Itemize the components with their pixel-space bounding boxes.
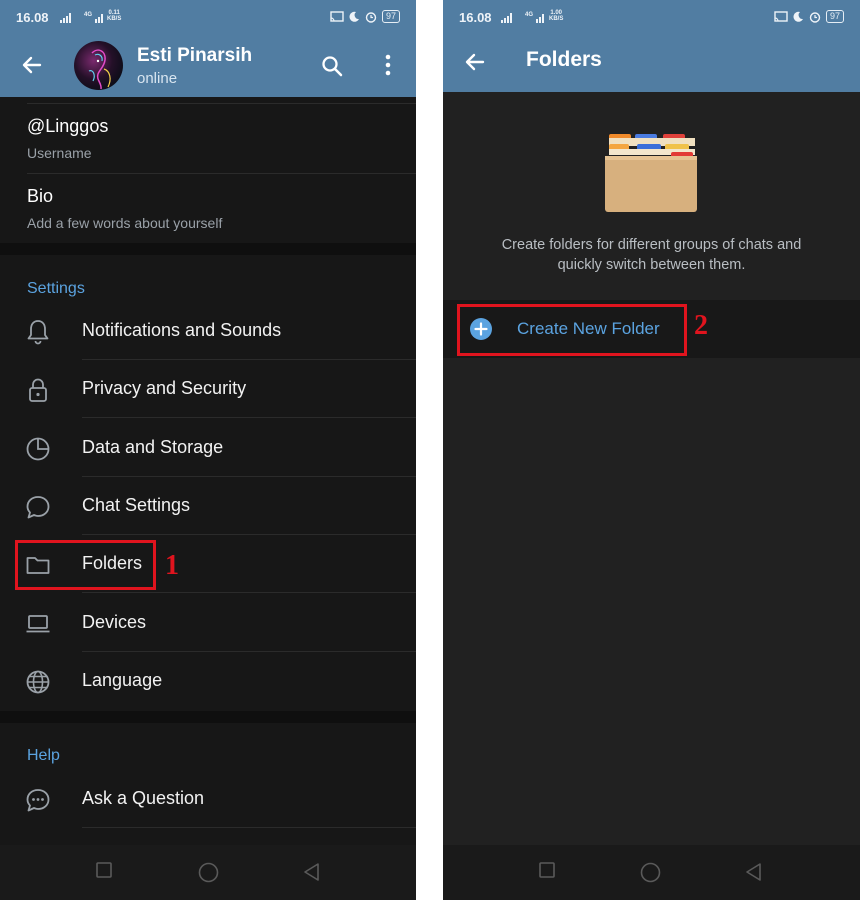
chat-bubble-icon (26, 496, 50, 519)
status-bar: 16.08 4G 1.00 KB/S 97 (443, 0, 860, 33)
settings-item-label: Privacy and Security (82, 378, 247, 398)
settings-item-devices[interactable]: Devices (0, 594, 416, 652)
folders-header: Folders (443, 33, 860, 92)
divider (27, 173, 416, 174)
username-label: Username (27, 145, 92, 161)
cast-icon (330, 11, 344, 22)
username-value: @Linggos (27, 116, 109, 136)
bio-value: Bio (27, 186, 54, 206)
status-time: 16.08 (16, 10, 49, 25)
cast-icon (774, 11, 788, 22)
settings-item-notifications[interactable]: Notifications and Sounds (0, 302, 416, 360)
question-bubble-icon (26, 789, 50, 812)
back-nav-icon[interactable] (744, 862, 762, 882)
pie-chart-icon (26, 437, 50, 461)
alarm-icon (365, 11, 377, 23)
contact-status: online (137, 70, 178, 87)
help-section-title: Help (27, 747, 60, 764)
settings-item-chat[interactable]: Chat Settings (0, 477, 416, 535)
status-time: 16.08 (459, 10, 492, 25)
settings-item-data-storage[interactable]: Data and Storage (0, 419, 416, 477)
home-icon[interactable] (640, 862, 661, 883)
profile-header: Esti Pinarsih online (0, 33, 416, 97)
signal-icon-2 (95, 14, 103, 23)
network-type: 4G (525, 12, 534, 18)
step-number-1: 1 (165, 550, 179, 581)
more-options-icon[interactable] (380, 53, 396, 77)
system-nav-bar (0, 845, 416, 900)
settings-item-label: Data and Storage (82, 437, 224, 457)
page-title: Folders (526, 48, 602, 71)
settings-screen: 16.08 4G 0.11 KB/S 97 Esti Pinarsih onlin… (0, 0, 416, 900)
bio-field[interactable]: Bio Add a few words about yourself (27, 186, 222, 231)
folder-cabinet-illustration (605, 134, 697, 212)
lock-icon (29, 378, 47, 402)
settings-item-label: Notifications and Sounds (82, 320, 282, 340)
globe-icon (26, 670, 50, 694)
recent-apps-icon[interactable] (539, 862, 555, 878)
alarm-icon (809, 11, 821, 23)
highlight-box-create-folder (457, 304, 687, 356)
battery-icon: 97 (381, 10, 400, 23)
bell-icon (27, 320, 49, 345)
back-arrow-icon[interactable] (463, 50, 487, 74)
settings-item-label: Devices (82, 612, 147, 632)
settings-item-label: Language (82, 670, 163, 690)
system-nav-bar (443, 845, 860, 900)
avatar-image (88, 49, 111, 90)
home-icon[interactable] (198, 862, 219, 883)
settings-item-language[interactable]: Language (0, 652, 416, 710)
moon-icon (793, 11, 803, 22)
status-bar: 16.08 4G 0.11 KB/S 97 (0, 0, 416, 33)
section-gap (0, 711, 416, 723)
folders-screen: 16.08 4G 1.00 KB/S 97 Folders Create fold… (443, 0, 860, 900)
back-arrow-icon[interactable] (20, 53, 44, 77)
network-type: 4G (84, 12, 93, 18)
signal-icon-2 (536, 14, 544, 23)
laptop-icon (26, 615, 50, 633)
recent-apps-icon[interactable] (96, 862, 112, 878)
signal-icon (501, 13, 512, 23)
folders-description: Create folders for different groups of c… (501, 237, 802, 273)
bio-hint: Add a few words about yourself (27, 215, 223, 231)
settings-item-label: Chat Settings (82, 495, 191, 515)
signal-icon (60, 13, 71, 23)
settings-item-privacy[interactable]: Privacy and Security (0, 360, 416, 418)
moon-icon (349, 11, 359, 22)
highlight-box-folders (15, 540, 156, 590)
help-item-ask-question[interactable]: Ask a Question (0, 770, 416, 828)
battery-icon: 97 (825, 10, 844, 23)
divider (27, 103, 416, 104)
net-speed: 0.11 KB/S (107, 10, 122, 22)
username-field[interactable]: @Linggos Username (27, 116, 108, 161)
settings-section-title: Settings (27, 280, 85, 297)
avatar[interactable] (74, 41, 123, 90)
step-number-2: 2 (694, 310, 708, 341)
net-speed: 1.00 KB/S (549, 10, 564, 22)
section-gap (0, 243, 416, 255)
back-nav-icon[interactable] (302, 862, 320, 882)
search-icon[interactable] (320, 54, 344, 78)
contact-name: Esti Pinarsih (137, 45, 253, 66)
help-item-label: Ask a Question (82, 788, 205, 808)
